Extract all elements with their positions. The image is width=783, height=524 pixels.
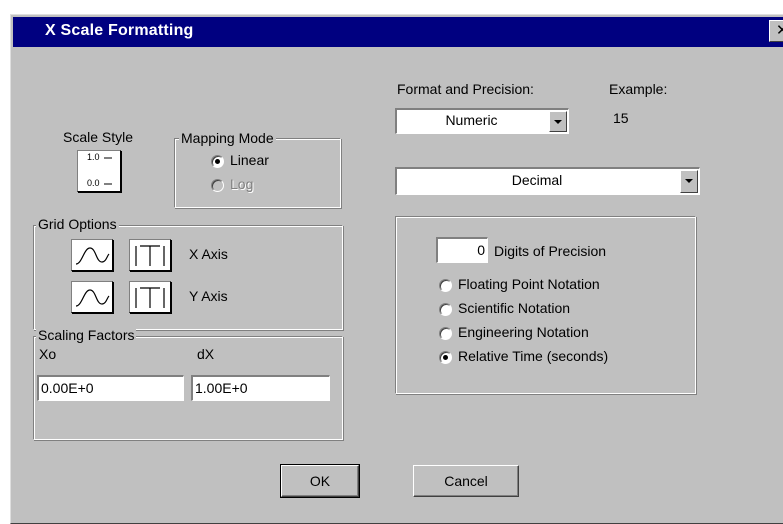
mapping-mode-title: Mapping Mode xyxy=(179,130,276,146)
relative-time-label: Relative Time (seconds) xyxy=(458,348,609,364)
xo-label: Xo xyxy=(39,346,57,362)
cancel-label: Cancel xyxy=(444,473,488,489)
scaling-factors-title: Scaling Factors xyxy=(36,327,137,343)
scale-style-label: Scale Style xyxy=(63,129,134,145)
floating-point-radio[interactable] xyxy=(439,279,452,292)
format-type-select[interactable]: Numeric xyxy=(395,108,569,134)
example-value: 15 xyxy=(613,110,629,126)
scale-bottom-tick: 0.0 xyxy=(87,178,100,188)
digits-field[interactable]: 0 xyxy=(436,237,488,263)
scale-top-tick: 1.0 xyxy=(87,152,100,162)
digits-value: 0 xyxy=(477,242,485,258)
format-style-select[interactable]: Decimal xyxy=(395,167,700,195)
chevron-down-icon[interactable] xyxy=(680,170,698,193)
close-icon: ✕ xyxy=(776,22,783,39)
ok-label: OK xyxy=(309,473,331,489)
ok-button[interactable]: OK xyxy=(280,464,360,498)
relative-time-radio[interactable] xyxy=(439,351,452,364)
scientific-label: Scientific Notation xyxy=(458,300,571,316)
mapping-linear-radio[interactable] xyxy=(211,155,224,168)
example-label: Example: xyxy=(609,81,668,97)
floating-point-label: Floating Point Notation xyxy=(458,276,600,292)
engineering-radio[interactable] xyxy=(439,327,452,340)
x-grid-wave-button[interactable] xyxy=(71,239,113,271)
grid-tick-icon xyxy=(135,287,165,308)
scale-style-picker[interactable]: 1.0 0.0 xyxy=(77,150,121,192)
grid-wave-icon xyxy=(75,289,110,307)
title-bar[interactable]: X Scale Formatting ✕ xyxy=(13,17,783,47)
dx-label: dX xyxy=(197,346,215,362)
chevron-down-icon[interactable] xyxy=(549,111,567,132)
scientific-radio[interactable] xyxy=(439,303,452,316)
close-button[interactable]: ✕ xyxy=(769,20,783,42)
window-title: X Scale Formatting xyxy=(45,22,194,39)
format-type-value: Numeric xyxy=(445,112,498,128)
grid-wave-icon xyxy=(75,247,110,265)
format-style-value: Decimal xyxy=(511,172,563,188)
engineering-label: Engineering Notation xyxy=(458,324,589,340)
format-precision-label: Format and Precision: xyxy=(397,81,534,97)
x-axis-label: X Axis xyxy=(189,246,228,262)
xo-field[interactable]: 0.00E+0 xyxy=(37,375,184,401)
grid-tick-icon xyxy=(135,245,165,266)
mapping-mode-group: Mapping Mode xyxy=(174,130,341,208)
y-axis-label: Y Axis xyxy=(189,288,228,304)
mapping-log-radio[interactable] xyxy=(211,179,224,192)
x-grid-tick-button[interactable] xyxy=(129,239,171,271)
y-grid-wave-button[interactable] xyxy=(71,281,113,313)
cancel-button[interactable]: Cancel xyxy=(413,465,519,497)
grid-options-title: Grid Options xyxy=(36,216,119,232)
y-grid-tick-button[interactable] xyxy=(129,281,171,313)
digits-label: Digits of Precision xyxy=(494,243,607,259)
dialog-window: X Scale Formatting ✕ Scale Style 1.0 0.0… xyxy=(10,14,783,524)
mapping-linear-label: Linear xyxy=(230,152,269,168)
mapping-log-label: Log xyxy=(230,176,254,192)
dx-field[interactable]: 1.00E+0 xyxy=(191,375,330,401)
